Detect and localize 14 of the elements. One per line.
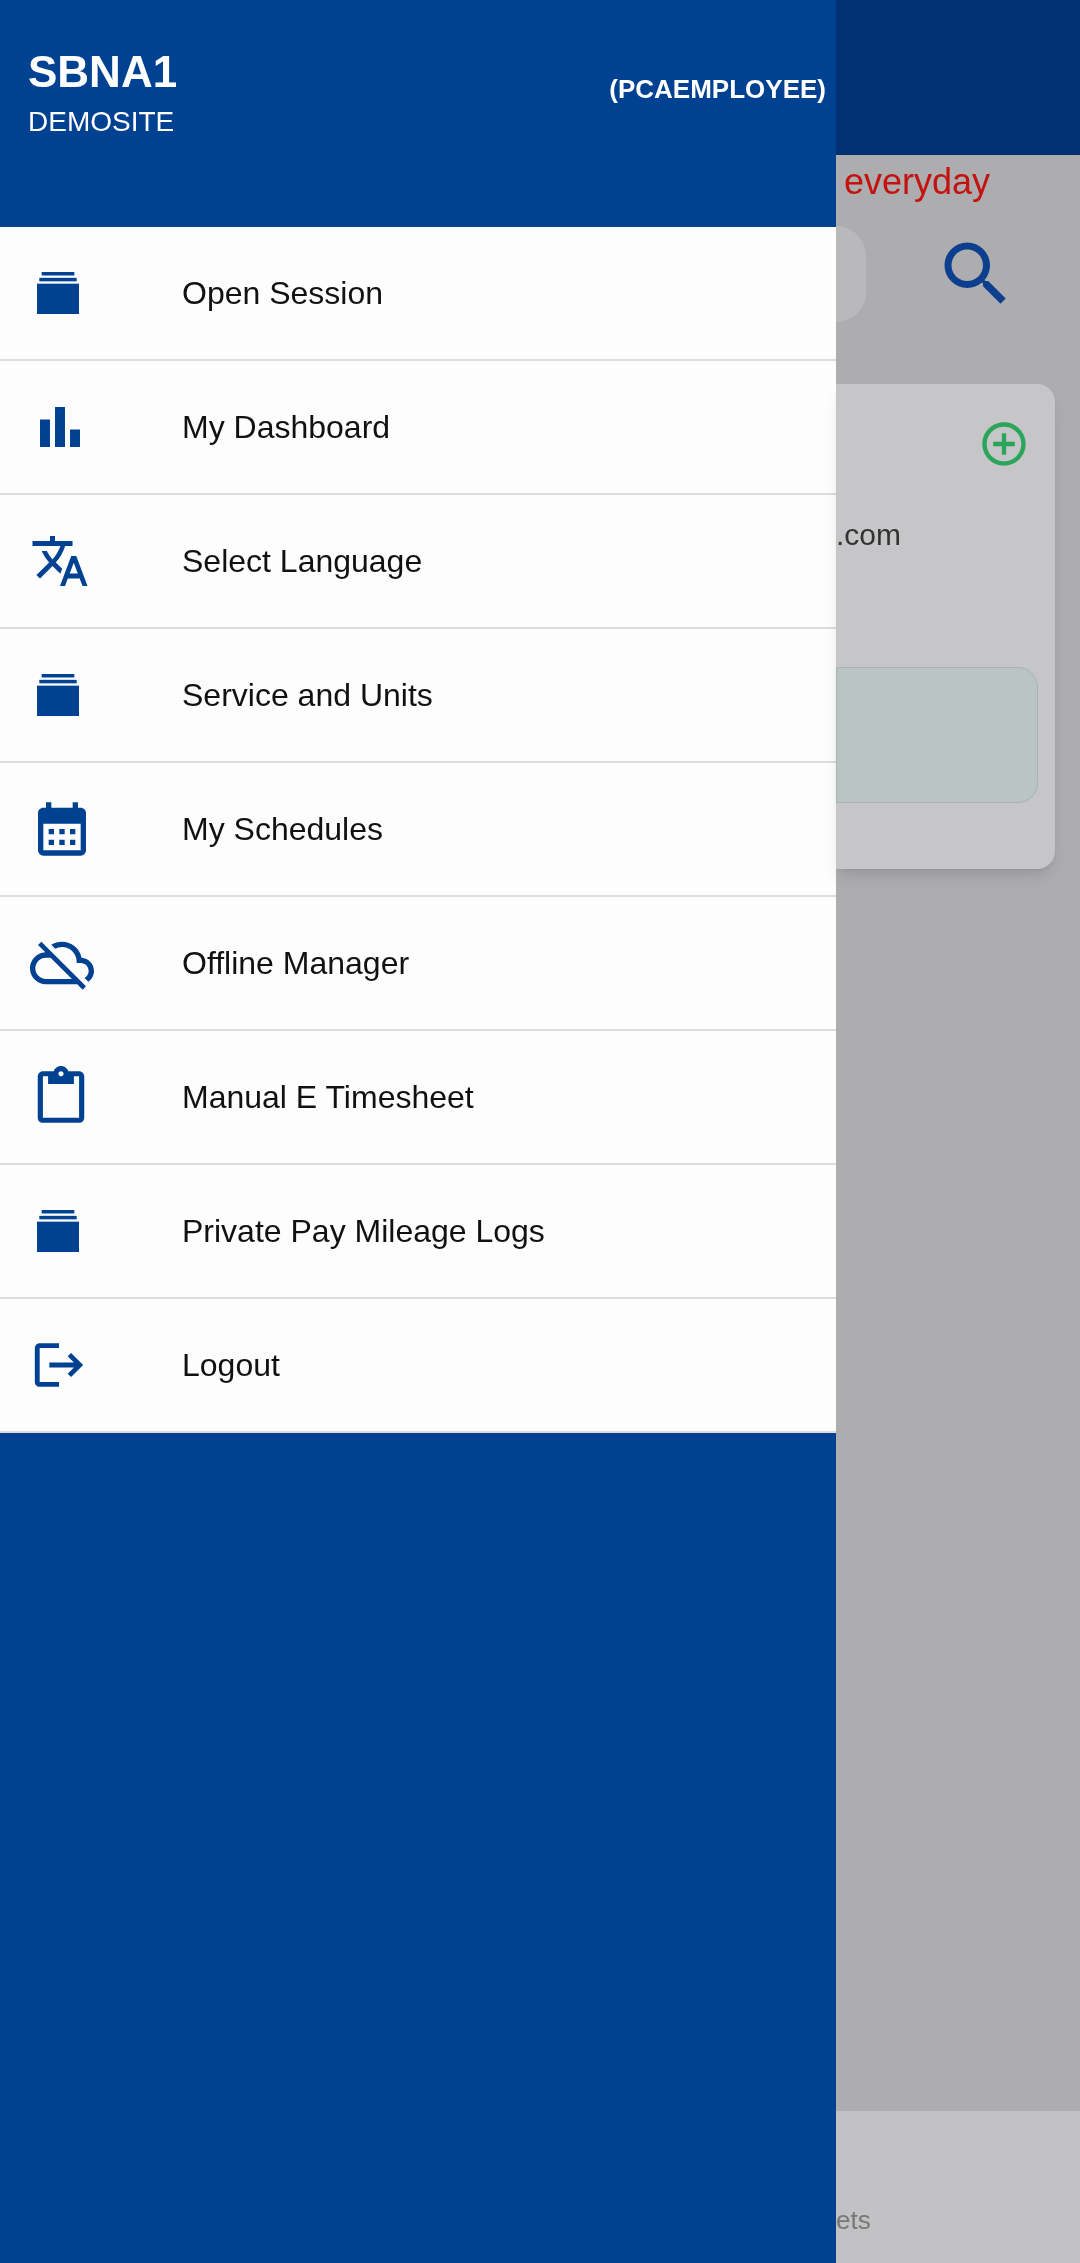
menu-item-label: Manual E Timesheet [182,1078,474,1117]
menu-item-label: My Dashboard [182,408,391,447]
menu-item-label: Offline Manager [182,944,410,983]
menu-item-label: Private Pay Mileage Logs [182,1212,545,1251]
email-text: .com [836,517,902,553]
menu-item-label: Select Language [182,542,423,581]
site-name: DEMOSITE [28,108,176,136]
menu-item-label: Open Session [182,274,383,313]
menu-item-label: Logout [182,1346,280,1385]
menu-item-label: My Schedules [182,810,383,849]
banner-text: everyday [843,160,992,204]
user-name: SBNA1 [28,50,178,94]
menu-item-label: Service and Units [182,676,433,715]
user-role: (PCAEMPLOYEE) [609,73,826,106]
